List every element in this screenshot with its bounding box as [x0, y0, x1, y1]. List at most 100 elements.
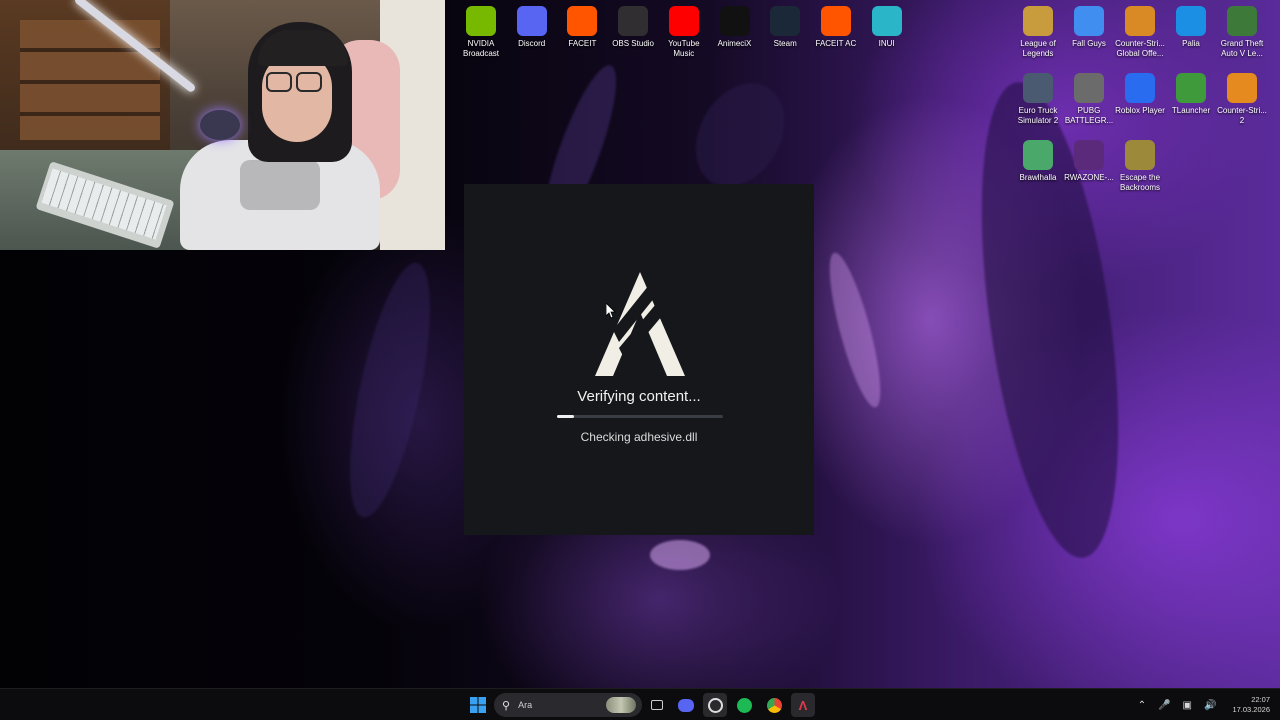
desktop-icon-label: Escape the Backrooms — [1119, 173, 1161, 192]
desktop-icon-discord[interactable]: Discord — [507, 2, 557, 49]
desktop-icon-label: NVIDIA Broadcast — [462, 39, 500, 58]
desktop-icon-label: RWAZONE-... — [1064, 173, 1114, 182]
desktop-icon-obs-studio[interactable]: OBS Studio — [608, 2, 658, 49]
taskbar-chrome-button[interactable] — [762, 693, 786, 717]
taskbar-discord-button[interactable] — [674, 693, 698, 717]
desktop-icon-label: Palia — [1182, 39, 1200, 48]
desktop-icon-label: League of Legends — [1020, 39, 1056, 58]
taskbar-search[interactable]: ⚲ Ara — [494, 693, 642, 717]
desktop-icon-gta-v[interactable]: Grand Theft Auto V Le... — [1217, 2, 1267, 59]
status-title: Verifying content... — [577, 388, 701, 405]
desktop-icon-palia[interactable]: Palia — [1166, 2, 1216, 49]
desktop-icon-label: INUI — [878, 39, 895, 48]
obs-studio-icon — [618, 6, 649, 36]
taskbar-spotify-button[interactable] — [732, 693, 756, 717]
desktop-icon-youtube-music[interactable]: YouTube Music — [659, 2, 709, 59]
desktop-icon-label: Brawlhalla — [1019, 173, 1057, 182]
desktop-icon-roblox[interactable]: Roblox Player — [1115, 69, 1165, 116]
desktop-icon-animecix[interactable]: AnimeciX — [710, 2, 760, 49]
desktop-icon-label: Counter-Stri... Global Offe... — [1115, 39, 1165, 58]
taskbar-obs-button[interactable] — [703, 693, 727, 717]
discord-icon — [516, 6, 547, 36]
desktop-icon-label: Discord — [518, 39, 546, 48]
desktop-icon-label: AnimeciX — [717, 39, 752, 48]
mouse-cursor-icon — [606, 303, 616, 319]
discord-icon — [678, 698, 694, 712]
status-detail: Checking adhesive.dll — [580, 430, 698, 444]
desktop-icon-steam[interactable]: Steam — [760, 2, 810, 49]
desktop-icon-label: FACEIT — [568, 39, 597, 48]
task-view-icon — [651, 700, 663, 710]
desktop-icon-league-of-legends[interactable]: League of Legends — [1013, 2, 1063, 59]
euro-truck-icon — [1023, 73, 1053, 103]
clock-date: 17.03.2026 — [1232, 705, 1270, 714]
desktop-icon-label: FACEIT AC — [815, 39, 857, 48]
windows-logo-icon — [470, 697, 486, 713]
webcam-overlay — [0, 0, 445, 250]
chrome-icon — [766, 697, 782, 713]
desktop-icon-cs2[interactable]: Counter-Stri... 2 — [1217, 69, 1267, 126]
microphone-icon[interactable]: 🎤 — [1158, 700, 1170, 711]
animecix-icon — [719, 6, 750, 36]
clock-time: 22:07 — [1251, 695, 1270, 704]
desktop-icon-csgo[interactable]: Counter-Stri... Global Offe... — [1115, 2, 1165, 59]
desktop-icon-label: Fall Guys — [1072, 39, 1106, 48]
desktop-icon-euro-truck[interactable]: Euro Truck Simulator 2 — [1013, 69, 1063, 126]
taskbar-clock[interactable]: 22:07 17.03.2026 — [1232, 695, 1270, 715]
search-icon: ⚲ — [502, 699, 511, 712]
desktop-icon-label: Counter-Stri... 2 — [1217, 106, 1267, 125]
fall-guys-icon — [1074, 6, 1104, 36]
launcher-verify-dialog: Verifying content... Checking adhesive.d… — [464, 184, 814, 535]
faceit-icon — [567, 6, 598, 36]
league-of-legends-icon — [1023, 6, 1053, 36]
desktop-icon-label: Euro Truck Simulator 2 — [1017, 106, 1059, 125]
desktop-icon-label: Roblox Player — [1115, 106, 1165, 115]
search-highlight-image — [606, 697, 636, 713]
faceit-ac-icon — [820, 6, 851, 36]
volume-icon[interactable]: 🔊 — [1204, 700, 1216, 711]
app-logo-icon — [595, 272, 685, 376]
desktop-icon-nvidia-broadcast[interactable]: NVIDIA Broadcast — [456, 2, 506, 59]
network-icon[interactable]: ▣ — [1183, 700, 1192, 711]
progress-bar — [557, 415, 723, 418]
spotify-icon — [736, 697, 752, 713]
task-view-button[interactable] — [645, 693, 669, 717]
taskbar-launcher-button[interactable]: Λ — [791, 693, 815, 717]
desktop-icon-fall-guys[interactable]: Fall Guys — [1064, 2, 1114, 49]
roblox-icon — [1125, 73, 1155, 103]
tray-overflow-chevron-icon[interactable]: ⌃ — [1138, 700, 1146, 711]
desktop-icon-brawlhalla[interactable]: Brawlhalla — [1013, 136, 1063, 183]
desktop-icon-label: Grand Theft Auto V Le... — [1220, 39, 1264, 58]
taskbar: ⚲ Ara Λ ⌃ 🎤 ▣ 🔊 22:07 17.03.2026 — [0, 688, 1280, 720]
palia-icon — [1176, 6, 1206, 36]
system-tray: ⌃ 🎤 ▣ 🔊 22:07 17.03.2026 — [1132, 689, 1274, 720]
desktop-icon-label: TLauncher — [1171, 106, 1211, 115]
desktop-icon-inui[interactable]: INUI — [862, 2, 912, 49]
desktop-icon-label: OBS Studio — [612, 39, 654, 48]
desktop-icon-label: PUBG BATTLEGR... — [1064, 106, 1114, 125]
desktop-icon-escape-backrooms[interactable]: Escape the Backrooms — [1115, 136, 1165, 193]
desktop-icon-label: Steam — [773, 39, 797, 48]
escape-backrooms-icon — [1125, 140, 1155, 170]
launcher-app-icon: Λ — [798, 697, 808, 713]
csgo-icon — [1125, 6, 1155, 36]
inui-icon — [871, 6, 902, 36]
progress-fill — [557, 415, 574, 418]
obs-studio-icon — [707, 697, 723, 713]
brawlhalla-icon — [1023, 140, 1053, 170]
steam-icon — [770, 6, 801, 36]
desktop-icon-label: YouTube Music — [668, 39, 700, 58]
start-button[interactable] — [466, 693, 490, 717]
desktop-icon-faceit-ac[interactable]: FACEIT AC — [811, 2, 861, 49]
gta-v-icon — [1227, 6, 1257, 36]
cs2-icon — [1227, 73, 1257, 103]
desktop-icon-rwazone[interactable]: RWAZONE-... — [1064, 136, 1114, 183]
desktop-icon-pubg[interactable]: PUBG BATTLEGR... — [1064, 69, 1114, 126]
rwazone-icon — [1074, 140, 1104, 170]
tlauncher-icon — [1176, 73, 1206, 103]
desktop-icon-tlauncher[interactable]: TLauncher — [1166, 69, 1216, 116]
desktop-icon-faceit[interactable]: FACEIT — [557, 2, 607, 49]
search-placeholder: Ara — [518, 700, 533, 710]
nvidia-broadcast-icon — [466, 6, 496, 36]
pubg-icon — [1074, 73, 1104, 103]
